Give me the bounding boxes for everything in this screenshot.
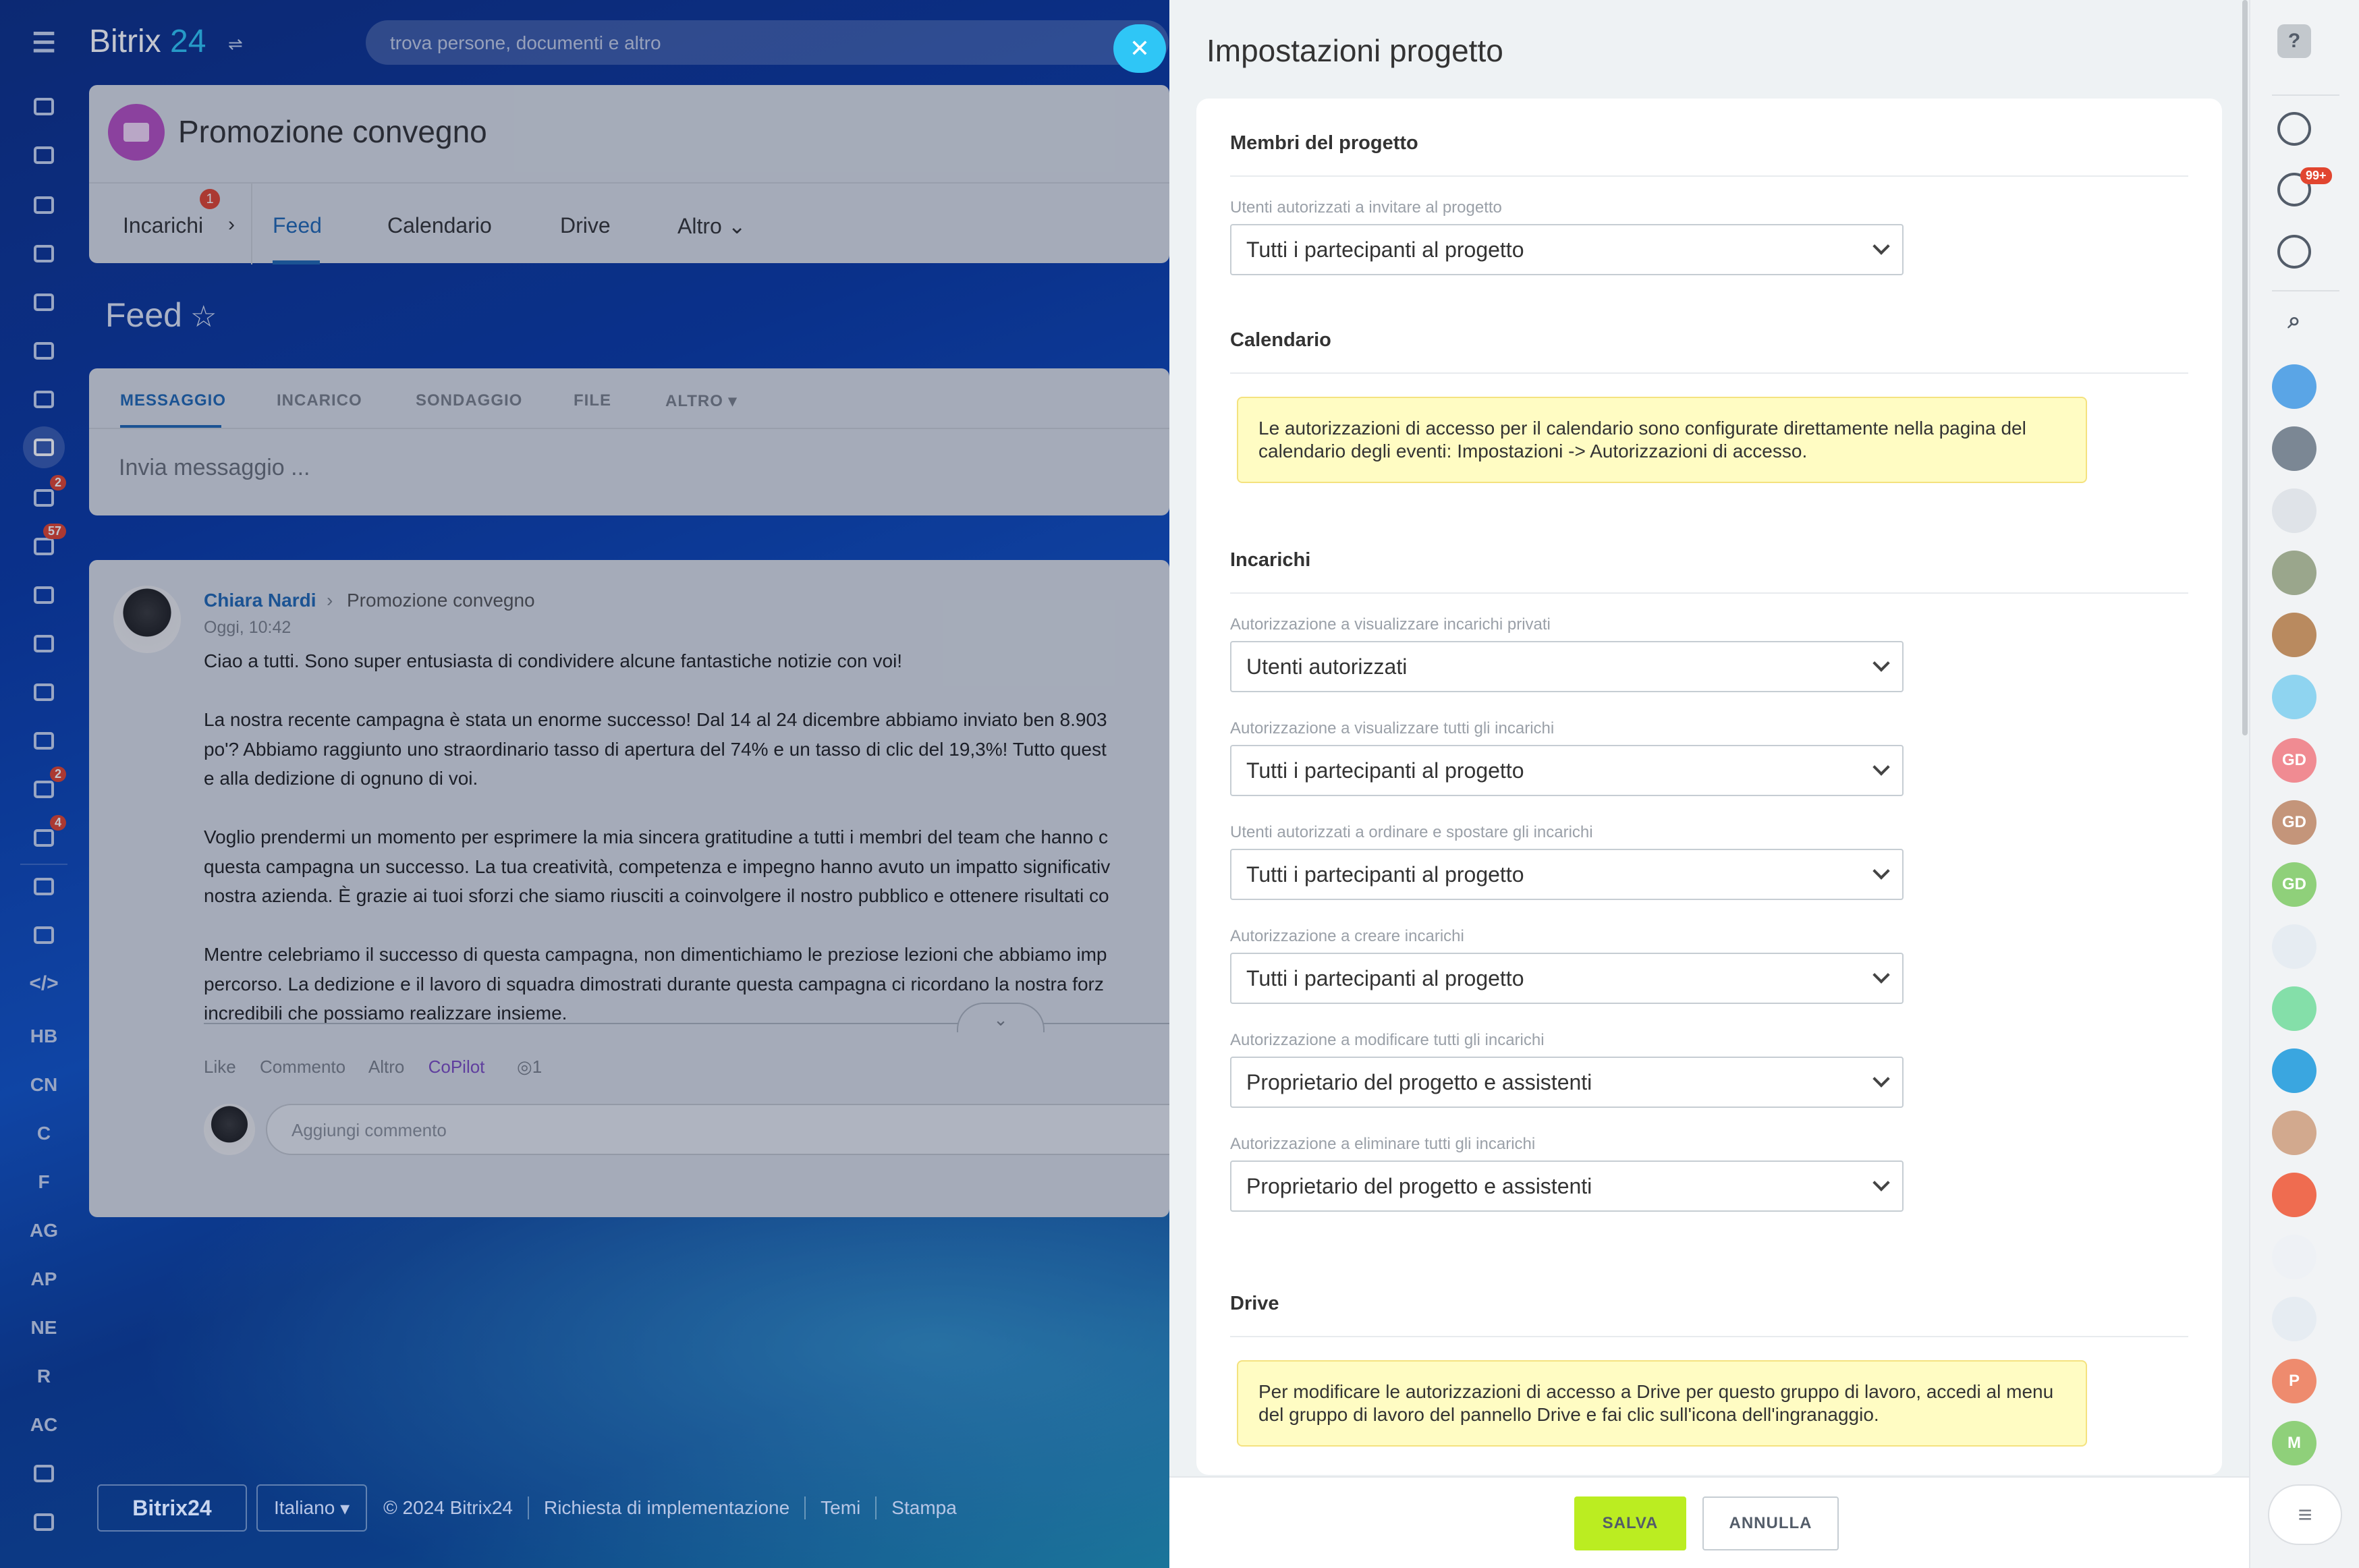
task-permission-select-create[interactable]: Tutti i partecipanti al progetto [1230, 953, 1904, 1004]
section-divider [1230, 592, 2188, 594]
right-rail: ? 99+ ⌕ GD GD GD P M ≡ [2249, 0, 2359, 1568]
task-permission-value: Tutti i partecipanti al progetto [1246, 758, 1524, 783]
chevron-down-icon [1872, 862, 1890, 880]
language-label: Italiano [274, 1497, 335, 1518]
footer-link-implementation[interactable]: Richiesta di implementazione [544, 1497, 789, 1519]
user-avatar[interactable] [2272, 551, 2316, 595]
team-avatar[interactable] [2272, 1235, 2316, 1279]
drive-notice: Per modificare le autorizzazioni di acce… [1237, 1360, 2087, 1447]
panel-title: Impostazioni progetto [1206, 33, 1503, 68]
task-permission-value: Proprietario del progetto e assistenti [1246, 1174, 1592, 1198]
cancel-button[interactable]: ANNULLA [1702, 1496, 1839, 1550]
bot-avatar[interactable] [2272, 1297, 2316, 1341]
footer-separator [875, 1496, 877, 1519]
footer-separator [804, 1496, 806, 1519]
user-avatar[interactable] [2272, 488, 2316, 533]
save-button[interactable]: SALVA [1574, 1496, 1686, 1550]
calendar-chat-avatar[interactable] [2272, 1111, 2316, 1155]
task-permission-label-delete: Autorizzazione a eliminare tutti gli inc… [1230, 1135, 1536, 1153]
task-permission-value: Utenti autorizzati [1246, 654, 1408, 679]
phone-chat-avatar[interactable] [2272, 1048, 2316, 1093]
settings-panel: Impostazioni progetto Membri del progett… [1169, 0, 2249, 1568]
task-permission-label-sort: Utenti autorizzati a ordinare e spostare… [1230, 823, 1593, 841]
chevron-down-icon [1872, 966, 1890, 984]
task-permission-label-view-all: Autorizzazione a visualizzare tutti gli … [1230, 719, 1555, 737]
chevron-down-icon [1872, 758, 1890, 776]
contact-list-icon[interactable]: ≡ [2268, 1484, 2342, 1545]
chevron-down-icon [1872, 1174, 1890, 1192]
section-divider [1230, 1336, 2188, 1337]
footer-copyright: © 2024 Bitrix24 [383, 1497, 513, 1518]
close-icon: ✕ [1129, 34, 1150, 62]
task-permission-select-view-all[interactable]: Tutti i partecipanti al progetto [1230, 745, 1904, 796]
task-permission-value: Proprietario del progetto e assistenti [1246, 1070, 1592, 1094]
settings-card: Membri del progetto Utenti autorizzati a… [1196, 99, 2222, 1475]
task-permission-select-edit[interactable]: Proprietario del progetto e assistenti [1230, 1057, 1904, 1108]
footer-separator [527, 1496, 529, 1519]
invite-permission-value: Tutti i partecipanti al progetto [1246, 237, 1524, 262]
notifications-badge: 99+ [2300, 167, 2332, 184]
user-initials-avatar[interactable]: P [2272, 1359, 2316, 1403]
invite-permission-select[interactable]: Tutti i partecipanti al progetto [1230, 224, 1904, 275]
document-chat-avatar[interactable] [2272, 986, 2316, 1031]
footer-link-themes[interactable]: Temi [821, 1497, 860, 1519]
user-initials-avatar[interactable]: GD [2272, 862, 2316, 907]
user-initials-avatar[interactable]: GD [2272, 800, 2316, 845]
bot-avatar[interactable] [2272, 924, 2316, 969]
chevron-down-icon [1872, 237, 1890, 255]
section-divider [1230, 372, 2188, 374]
task-permission-label-create: Autorizzazione a creare incarichi [1230, 927, 1464, 945]
section-title-drive: Drive [1230, 1293, 1279, 1314]
user-initials-avatar[interactable]: GD [2272, 738, 2316, 783]
messages-icon[interactable] [2277, 235, 2311, 269]
task-permission-label-private: Autorizzazione a visualizzare incarichi … [1230, 615, 1551, 634]
chat-group-avatar[interactable] [2272, 364, 2316, 409]
help-icon[interactable]: ? [2277, 24, 2311, 58]
task-permission-label-edit: Autorizzazione a modificare tutti gli in… [1230, 1031, 1545, 1049]
task-permission-value: Tutti i partecipanti al progetto [1246, 966, 1524, 990]
task-permission-select-private[interactable]: Utenti autorizzati [1230, 641, 1904, 692]
task-permission-value: Tutti i partecipanti al progetto [1246, 862, 1524, 887]
rail-divider [2272, 290, 2339, 291]
group-chat-avatar[interactable] [2272, 1173, 2316, 1217]
close-panel-button[interactable]: ✕ [1113, 24, 1166, 73]
user-initials-avatar[interactable]: M [2272, 1421, 2316, 1465]
invite-permission-label: Utenti autorizzati a invitare al progett… [1230, 198, 1502, 217]
section-title-tasks: Incarichi [1230, 549, 1311, 571]
task-permission-select-delete[interactable]: Proprietario del progetto e assistenti [1230, 1160, 1904, 1212]
rail-divider [2272, 94, 2339, 96]
search-icon[interactable]: ⌕ [2272, 298, 2316, 343]
chat-bubble-avatar[interactable] [2272, 675, 2316, 719]
section-title-members: Membri del progetto [1230, 132, 1418, 154]
section-title-calendar: Calendario [1230, 329, 1331, 351]
calendar-notice: Le autorizzazioni di accesso per il cale… [1237, 397, 2087, 483]
panel-button-bar: SALVA ANNULLA [1169, 1476, 2249, 1568]
copilot-icon[interactable] [2277, 112, 2311, 146]
footer-link-print[interactable]: Stampa [891, 1497, 957, 1519]
footer: Bitrix24 Italiano ▾ © 2024 Bitrix24 Rich… [97, 1484, 957, 1532]
user-avatar[interactable] [2272, 613, 2316, 657]
footer-logo[interactable]: Bitrix24 [97, 1484, 247, 1532]
section-divider [1230, 175, 2188, 177]
user-avatar[interactable] [2272, 426, 2316, 471]
panel-scrollbar[interactable] [2242, 0, 2248, 735]
chevron-down-icon [1872, 654, 1890, 672]
overlay-dim[interactable] [0, 0, 1169, 1568]
chevron-down-icon [1872, 1070, 1890, 1088]
language-select[interactable]: Italiano ▾ [256, 1484, 368, 1532]
task-permission-select-sort[interactable]: Tutti i partecipanti al progetto [1230, 849, 1904, 900]
